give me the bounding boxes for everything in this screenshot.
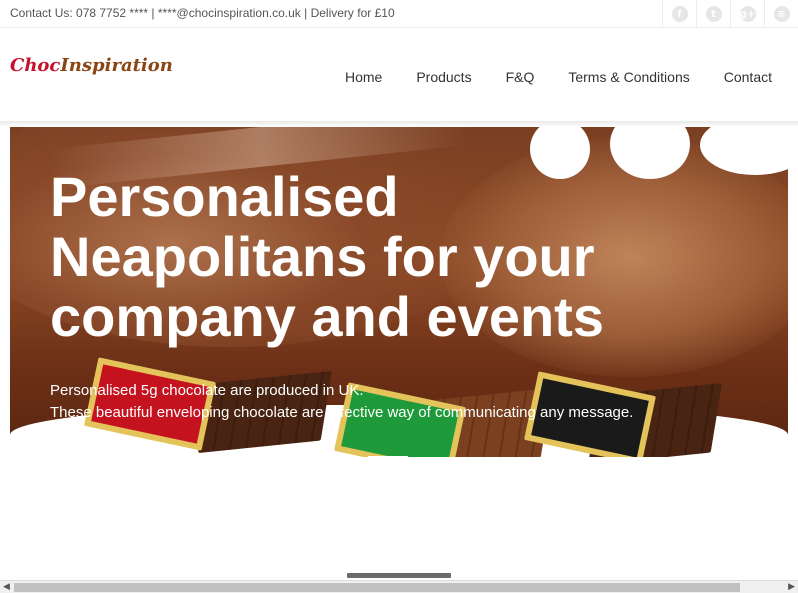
site-logo[interactable]: ChocInspiration — [10, 55, 173, 76]
slider-pagination[interactable] — [347, 573, 451, 578]
nav-contact[interactable]: Contact — [724, 69, 772, 85]
hero-button-underline — [368, 456, 408, 458]
logo-part-inspiration: Inspiration — [60, 55, 173, 76]
contact-info: Contact Us: 078 7752 **** | ****@chocins… — [10, 6, 395, 20]
page: Contact Us: 078 7752 **** | ****@chocins… — [0, 0, 798, 593]
twitter-icon: t — [705, 6, 722, 22]
main-nav: Home Products F&Q Terms & Conditions Con… — [345, 69, 772, 85]
twitter-link[interactable]: t — [696, 0, 730, 28]
logo-part-choc: Choc — [10, 55, 61, 76]
facebook-icon: f — [671, 6, 688, 22]
scrollbar-thumb[interactable] — [14, 583, 740, 592]
hero-title: Personalised Neapolitans for your compan… — [50, 165, 604, 348]
hero-line-1: Personalised 5g chocolate are produced i… — [50, 382, 364, 399]
google-plus-link[interactable]: g+ — [730, 0, 764, 28]
nav-terms[interactable]: Terms & Conditions — [568, 69, 689, 85]
scroll-left-icon[interactable]: ◀ — [3, 582, 10, 592]
site-header: ChocInspiration Home Products F&Q Terms … — [0, 29, 798, 121]
top-bar: Contact Us: 078 7752 **** | ****@chocins… — [0, 0, 798, 28]
scroll-right-icon[interactable]: ▶ — [788, 582, 795, 592]
google-plus-icon: g+ — [739, 6, 756, 22]
rss-icon: ≡ — [773, 6, 790, 22]
horizontal-scrollbar[interactable]: ◀ ▶ — [0, 580, 798, 593]
social-links: f t g+ ≡ — [662, 0, 798, 28]
hero-banner: Personalised Neapolitans for your compan… — [10, 127, 788, 457]
hero-line-2: These beautiful enveloping chocolate are… — [50, 404, 634, 421]
nav-products[interactable]: Products — [416, 69, 471, 85]
nav-home[interactable]: Home — [345, 69, 382, 85]
hero-subtitle: Personalised 5g chocolate are produced i… — [50, 380, 633, 424]
rss-link[interactable]: ≡ — [764, 0, 798, 28]
facebook-link[interactable]: f — [662, 0, 696, 28]
nav-faq[interactable]: F&Q — [506, 69, 535, 85]
